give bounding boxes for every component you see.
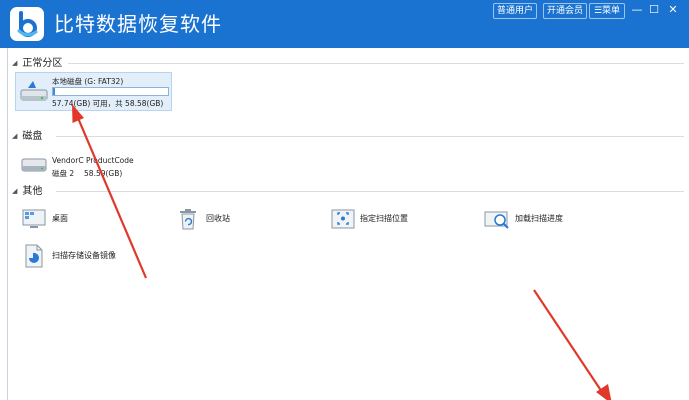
annotation-arrow-head-icon <box>72 104 84 123</box>
annotation-overlay <box>72 104 612 400</box>
annotation-arrow-line <box>533 289 603 393</box>
annotation-arrow-line <box>76 117 148 279</box>
